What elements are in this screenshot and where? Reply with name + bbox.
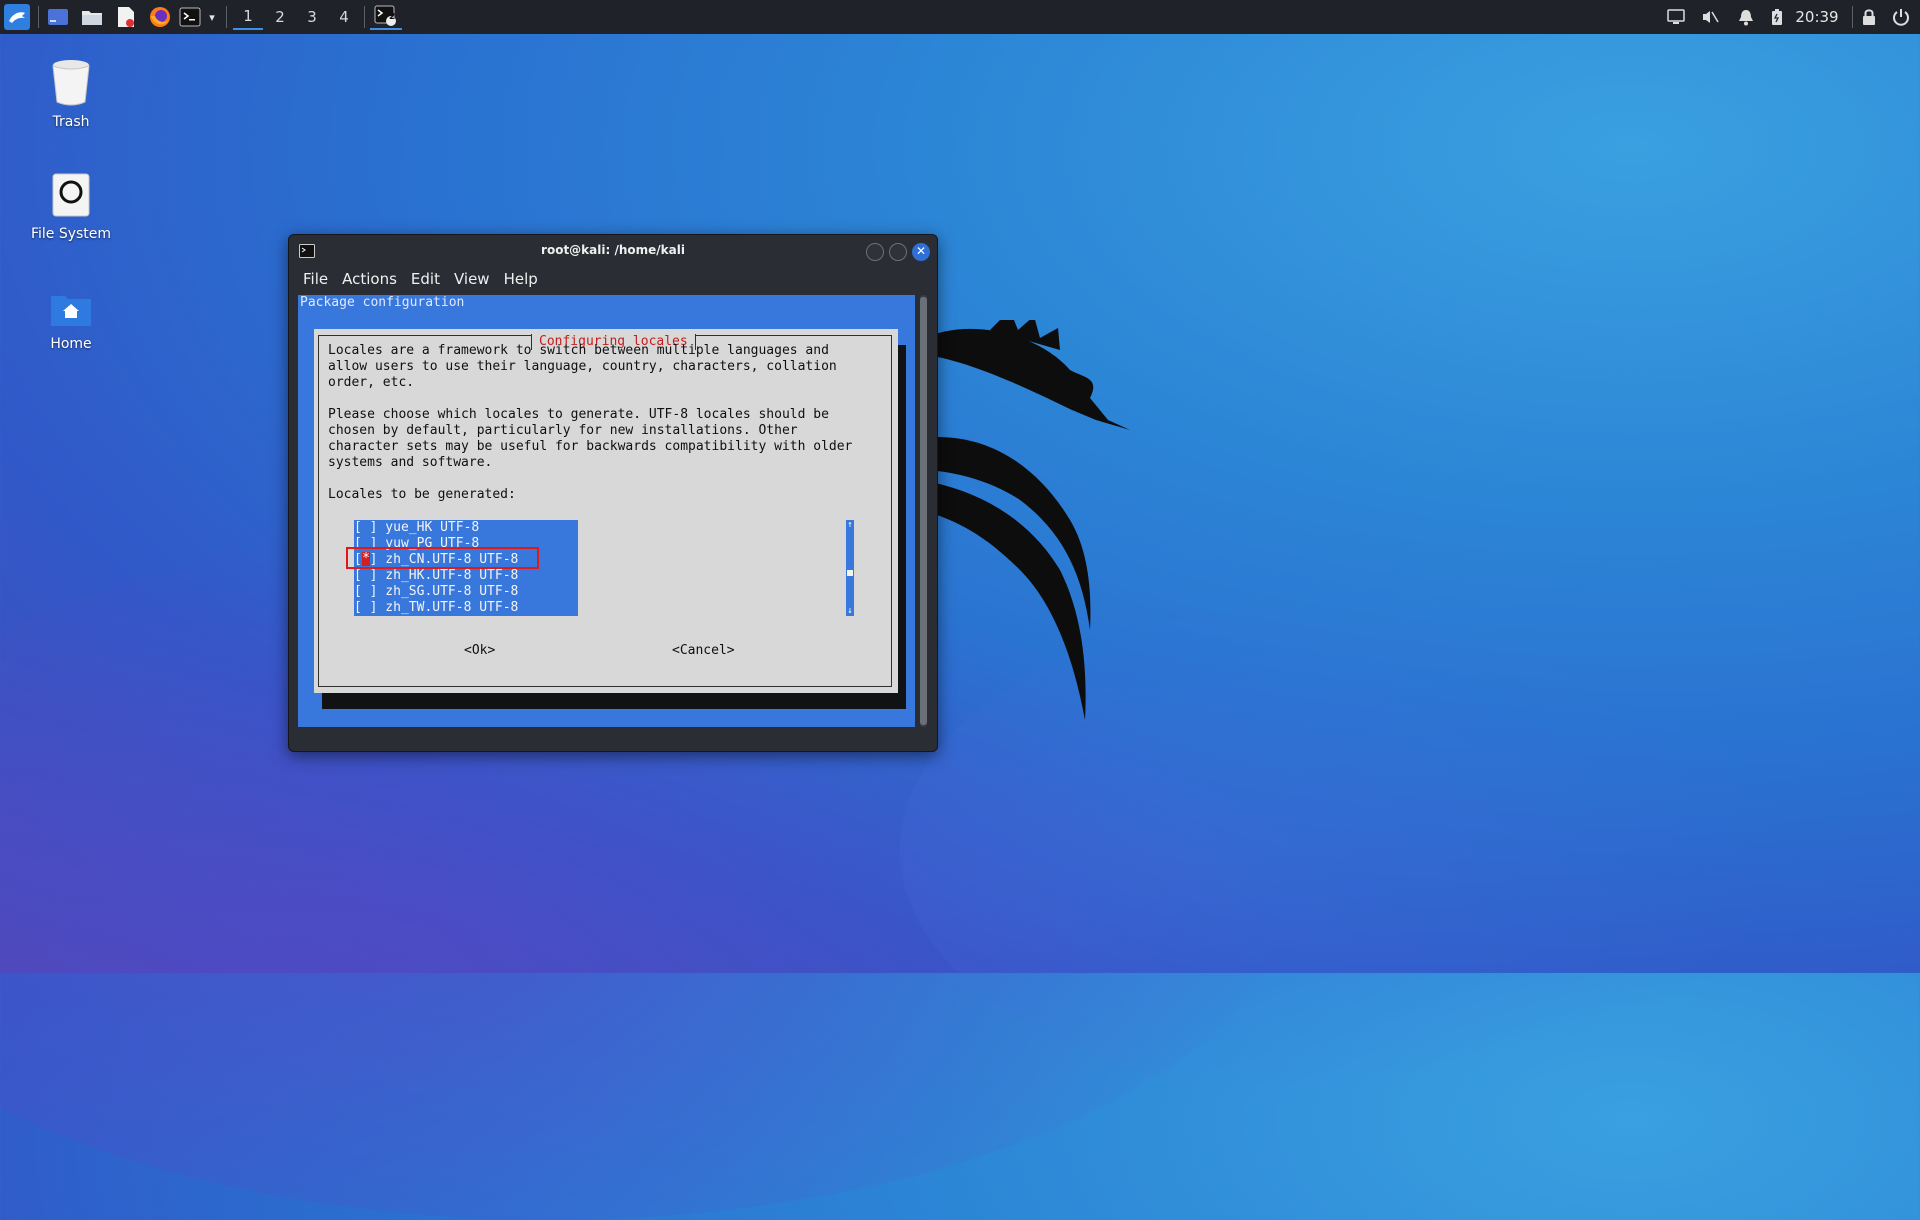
- kali-menu-icon[interactable]: [2, 4, 32, 30]
- drive-icon: [52, 173, 90, 217]
- terminal-scrollbar[interactable]: [920, 295, 927, 727]
- workspace-4[interactable]: 4: [329, 4, 359, 30]
- kali-dragon-logo: [920, 320, 1130, 720]
- close-icon: ✕: [915, 244, 927, 258]
- firefox-icon[interactable]: [146, 4, 174, 30]
- clock[interactable]: 20:39: [1792, 4, 1842, 30]
- menu-bar: File Actions Edit View Help: [289, 265, 951, 293]
- list-scrollbar[interactable]: ↑ ↓: [846, 520, 854, 616]
- title-bar[interactable]: root@kali: /home/kali ✕: [289, 235, 937, 267]
- taskbar: ▾ 1 2 3 4 2 20:39: [0, 0, 1920, 34]
- workspace-3[interactable]: 3: [297, 4, 327, 30]
- workspace-1[interactable]: 1: [233, 4, 263, 30]
- close-button[interactable]: ✕: [912, 243, 930, 261]
- lock-icon[interactable]: [1858, 4, 1880, 30]
- selected-star-marker: *: [362, 551, 370, 566]
- screen-icon[interactable]: [1664, 4, 1688, 30]
- desktop-icon-trash[interactable]: Trash: [16, 58, 126, 130]
- mute-icon[interactable]: [1698, 4, 1722, 30]
- terminal-icon[interactable]: [178, 4, 202, 30]
- trash-icon: [52, 60, 90, 106]
- desktop-icon-label: File System: [30, 226, 112, 242]
- dialog-description: Locales are a framework to switch betwee…: [328, 343, 853, 502]
- minimize-button[interactable]: [866, 243, 884, 261]
- terminal-area[interactable]: Package configuration Configuring locale…: [298, 295, 915, 727]
- chevron-down-icon[interactable]: ▾: [204, 4, 220, 30]
- menu-actions[interactable]: Actions: [342, 270, 397, 288]
- terminal-count-badge: 2: [389, 12, 396, 22]
- show-desktop-icon[interactable]: [44, 4, 72, 30]
- scroll-down-arrow-icon[interactable]: ↓: [846, 606, 854, 616]
- terminal-task-button[interactable]: 2: [370, 4, 402, 30]
- scroll-up-arrow-icon[interactable]: ↑: [846, 520, 854, 530]
- desktop-icon-label: Home: [50, 336, 92, 352]
- configuring-locales-dialog: Configuring locales Locales are a framew…: [314, 329, 898, 693]
- home-folder-icon: [51, 296, 91, 326]
- file-manager-icon[interactable]: [78, 4, 106, 30]
- terminal-window: root@kali: /home/kali ✕ File Actions Edi…: [288, 234, 938, 752]
- desktop-icon-file-system[interactable]: File System: [16, 172, 126, 242]
- scroll-thumb[interactable]: [847, 570, 853, 576]
- locale-item[interactable]: [ ] zh_TW.UTF-8 UTF-8: [354, 600, 578, 616]
- menu-file[interactable]: File: [303, 270, 328, 288]
- menu-help[interactable]: Help: [504, 270, 538, 288]
- desktop-icon-home[interactable]: Home: [16, 292, 126, 352]
- workspace-2[interactable]: 2: [265, 4, 295, 30]
- maximize-button[interactable]: [889, 243, 907, 261]
- locale-item[interactable]: [ ] zh_SG.UTF-8 UTF-8: [354, 584, 578, 600]
- window-title: root@kali: /home/kali: [541, 243, 685, 257]
- locale-item[interactable]: [ ] zh_HK.UTF-8 UTF-8: [354, 568, 578, 584]
- package-configuration-header: Package configuration: [300, 295, 465, 310]
- menu-edit[interactable]: Edit: [411, 270, 440, 288]
- battery-icon[interactable]: [1766, 4, 1788, 30]
- text-editor-icon[interactable]: [112, 4, 140, 30]
- cancel-button[interactable]: <Cancel>: [672, 643, 735, 659]
- power-icon[interactable]: [1888, 4, 1914, 30]
- annotation-highlight-box: [346, 547, 539, 569]
- ok-button[interactable]: <Ok>: [464, 643, 495, 659]
- terminal-scroll-thumb[interactable]: [920, 297, 927, 725]
- notification-bell-icon[interactable]: [1734, 4, 1758, 30]
- locale-item[interactable]: [ ] yue_HK UTF-8: [354, 520, 578, 536]
- desktop-icon-label: Trash: [52, 114, 90, 130]
- menu-view[interactable]: View: [454, 270, 490, 288]
